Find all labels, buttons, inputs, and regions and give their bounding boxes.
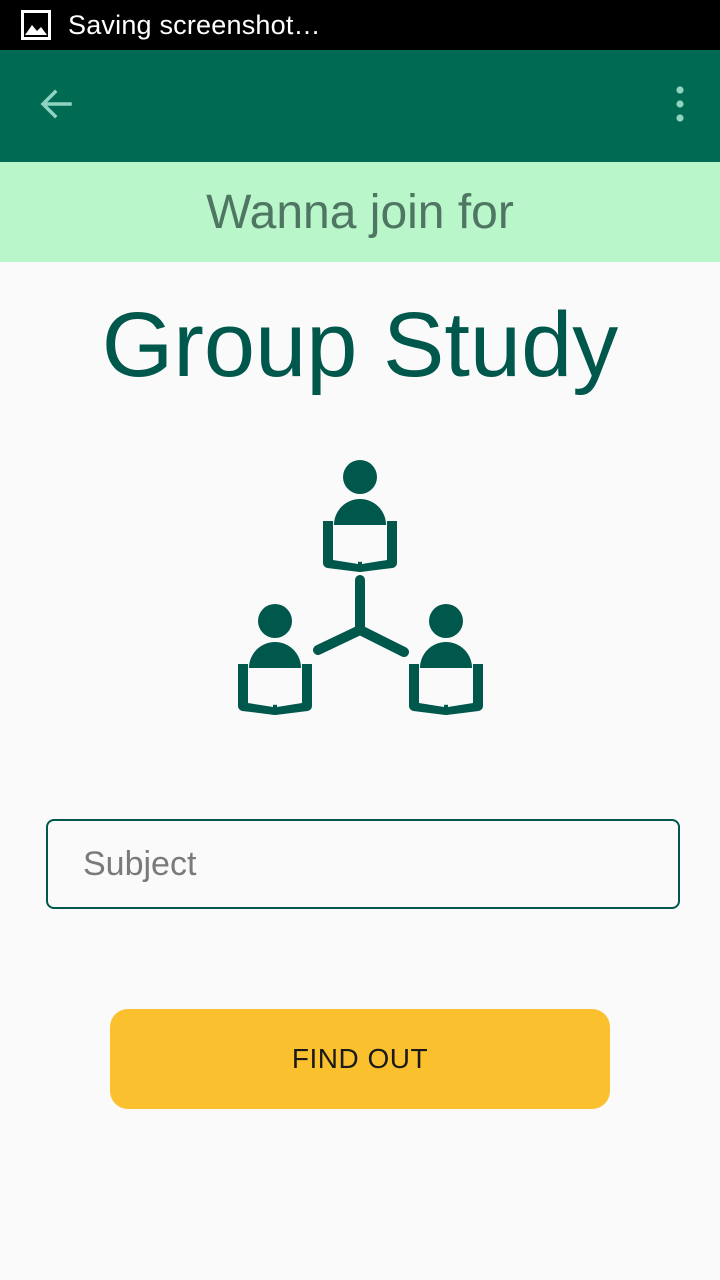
arrow-back-icon: [38, 86, 74, 127]
find-out-button[interactable]: FIND OUT: [110, 1009, 610, 1109]
banner: Wanna join for: [0, 162, 720, 262]
back-button[interactable]: [28, 78, 84, 134]
more-vert-icon: [674, 85, 686, 127]
app-bar: [0, 50, 720, 162]
banner-text: Wanna join for: [206, 185, 514, 239]
subject-input[interactable]: [48, 821, 678, 907]
overflow-menu-button[interactable]: [660, 78, 700, 134]
group-study-icon: [230, 455, 490, 725]
image-icon: [20, 9, 52, 41]
status-text: Saving screenshot…: [68, 9, 321, 40]
page-title: Group Study: [101, 294, 619, 396]
status-bar: Saving screenshot…: [0, 0, 720, 50]
subject-field[interactable]: [46, 819, 680, 909]
